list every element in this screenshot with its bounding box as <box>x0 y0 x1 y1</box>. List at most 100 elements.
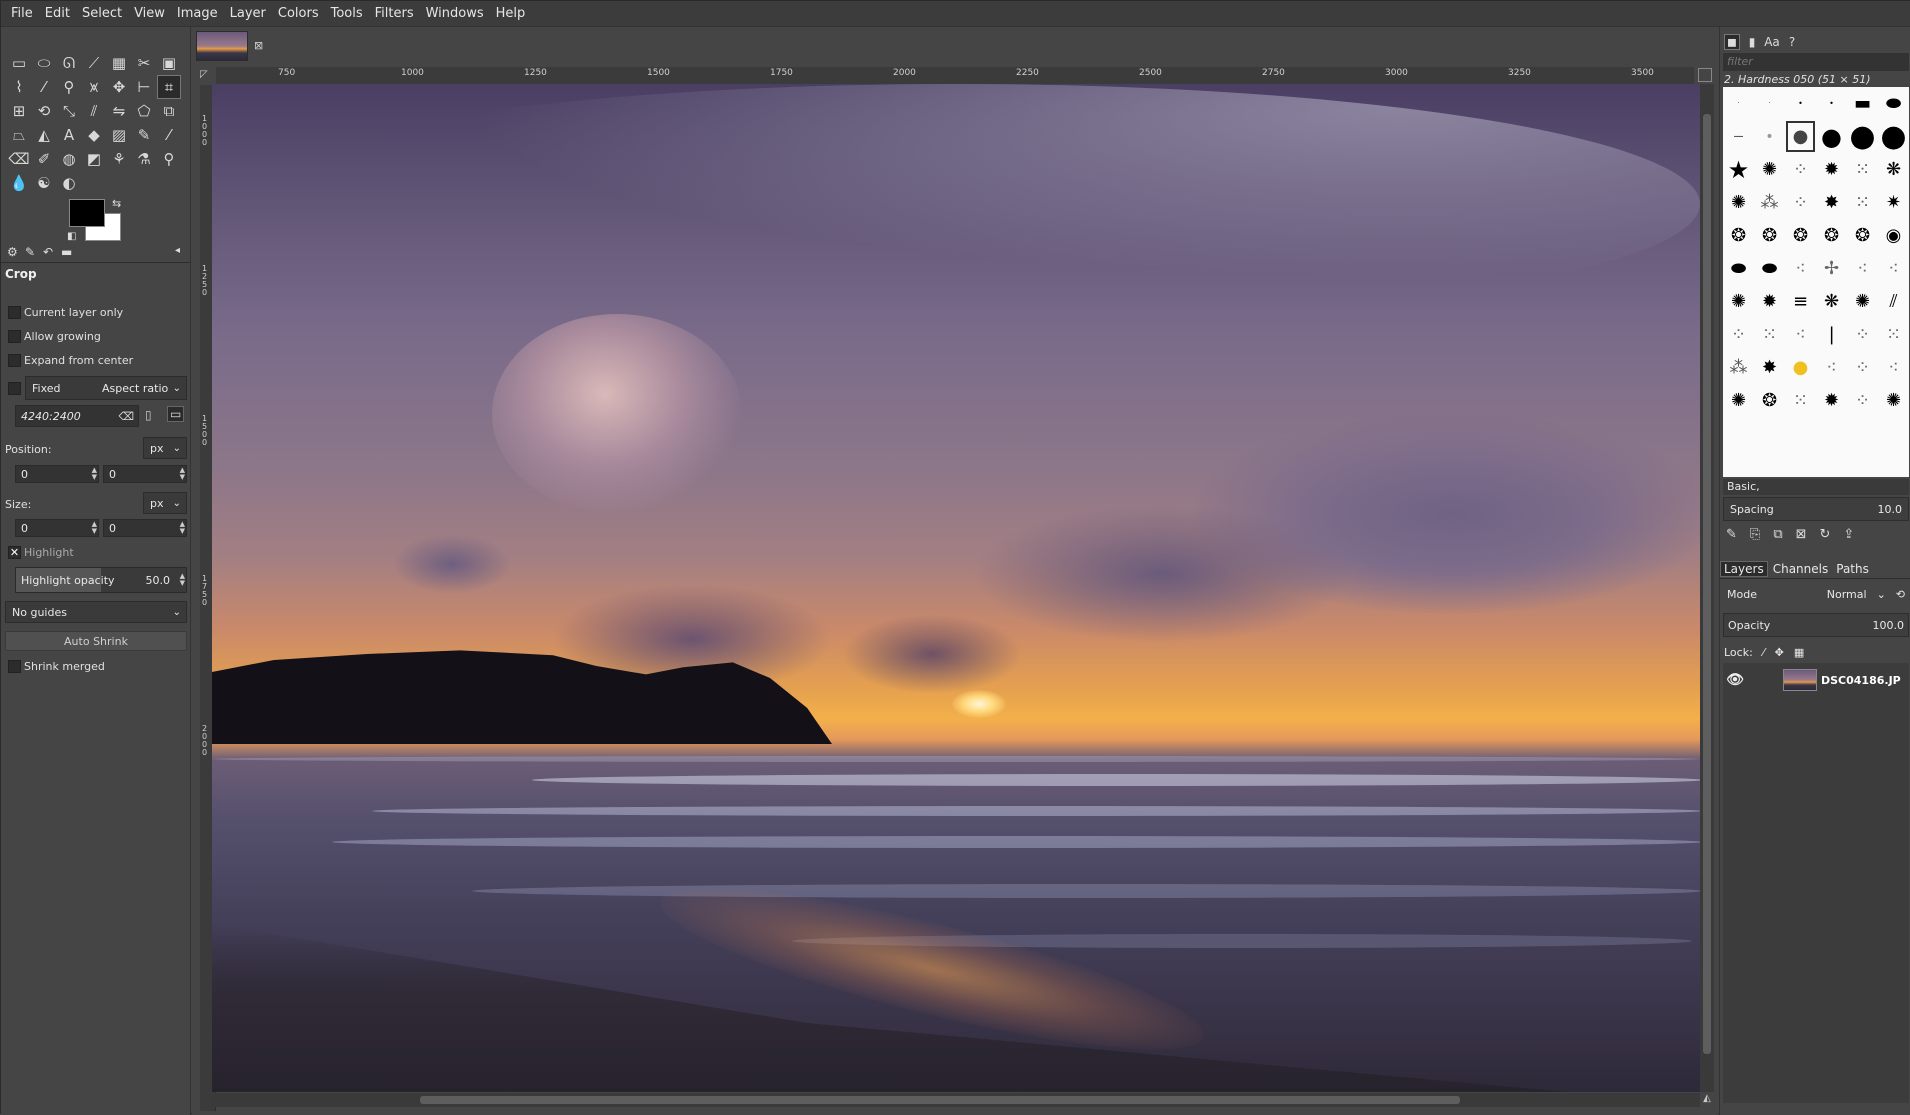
brush-item[interactable]: ⁙ <box>1847 186 1878 219</box>
stepper-icon[interactable]: ▲ ▼ <box>180 467 185 481</box>
brush-item[interactable]: ✺ <box>1723 186 1754 219</box>
fixed-mode-dropdown[interactable]: Fixed Aspect ratio ⌄ <box>25 376 187 400</box>
duplicate-brush-icon[interactable]: ⧉ <box>1773 527 1782 542</box>
brush-item[interactable]: ✺ <box>1847 285 1878 318</box>
brush-item[interactable]: ● <box>1878 119 1909 154</box>
dodge-burn-icon[interactable]: ◐ <box>57 171 81 195</box>
reset-colors-icon[interactable]: ◧ <box>67 231 76 242</box>
horizontal-scrollbar[interactable] <box>212 1093 1700 1107</box>
fonts-tab-icon[interactable]: Aa <box>1764 34 1780 50</box>
brush-item[interactable]: ✸ <box>1816 186 1847 219</box>
close-icon[interactable]: ⊠ <box>254 39 263 52</box>
brush-item[interactable]: ⁙ <box>1878 318 1909 351</box>
ruler-horizontal[interactable]: 750 1000 1250 1500 1750 2000 2250 2500 2… <box>216 67 1694 85</box>
tool-options-tab-icon[interactable]: ⚙ <box>7 245 18 259</box>
menu-layer[interactable]: Layer <box>224 1 272 27</box>
brush-item[interactable]: ⁘ <box>1847 318 1878 351</box>
dodge-icon[interactable]: ⚗ <box>132 147 156 171</box>
tab-channels[interactable]: Channels <box>1770 562 1832 576</box>
brush-item[interactable]: ⁙ <box>1785 384 1816 417</box>
highlight-checkbox[interactable]: ✕ <box>8 546 21 559</box>
measure-icon[interactable]: ⩙ <box>82 75 106 99</box>
brush-item[interactable]: ❂ <box>1785 219 1816 252</box>
move-icon[interactable]: ✥ <box>107 75 131 99</box>
quick-mask-icon[interactable]: ◸ <box>200 69 208 80</box>
paintbrush-icon[interactable]: ✎ <box>132 123 156 147</box>
unified-transform-icon[interactable]: ⊞ <box>7 99 31 123</box>
tab-paths[interactable]: Paths <box>1833 562 1872 576</box>
menu-view[interactable]: View <box>128 1 171 27</box>
delete-brush-icon[interactable]: ⊠ <box>1796 527 1807 542</box>
layer-name[interactable]: DSC04186.JP <box>1821 674 1901 687</box>
mypaint-icon[interactable]: ⚲ <box>157 147 181 171</box>
free-select-icon[interactable]: ᘏ <box>57 51 81 75</box>
navigate-icon[interactable]: ◭ <box>1700 1093 1714 1107</box>
brush-item[interactable]: ● <box>1847 119 1878 154</box>
brush-item[interactable]: ❂ <box>1723 219 1754 252</box>
highlight-opacity-slider[interactable]: Highlight opacity 50.0 ▲ ▼ <box>15 567 187 593</box>
brush-item[interactable]: · <box>1723 87 1754 120</box>
patterns-tab-icon[interactable]: ▮ <box>1744 34 1760 50</box>
brush-item[interactable]: ⁂ <box>1754 186 1785 219</box>
tab-layers[interactable]: Layers <box>1720 560 1768 577</box>
portrait-icon[interactable]: ▯ <box>145 408 152 422</box>
clone-icon[interactable]: ◍ <box>57 147 81 171</box>
help-tab-icon[interactable]: ? <box>1784 34 1800 50</box>
perspective-icon[interactable]: ⏢ <box>7 123 31 147</box>
brush-item[interactable]: ⫽ <box>1878 285 1909 318</box>
brush-grid[interactable]: · · • • ▬ ⬬ — • ● ● ● ● ★ ✺ ⁘ ✹ ⁙ ❋ ✺ ⁂ … <box>1723 87 1909 477</box>
size-width-input[interactable]: 0 ▲ ▼ <box>15 519 99 537</box>
brush-item[interactable]: ⬬ <box>1754 252 1785 285</box>
brush-item[interactable]: ● <box>1816 120 1847 153</box>
lock-alpha-icon[interactable]: ▦ <box>1794 646 1804 659</box>
brush-item[interactable]: ❂ <box>1816 219 1847 252</box>
brush-item[interactable]: · <box>1754 87 1785 120</box>
rect-select-icon[interactable]: ▭ <box>7 51 31 75</box>
brush-item[interactable]: ⁖ <box>1878 252 1909 285</box>
brush-item[interactable]: ⁖ <box>1878 351 1909 384</box>
edit-brush-icon[interactable]: ✎ <box>1726 527 1737 542</box>
foreground-select-icon[interactable]: ▣ <box>157 51 181 75</box>
color-picker-icon[interactable]: ⁄ <box>32 75 56 99</box>
refresh-brushes-icon[interactable]: ↻ <box>1820 527 1831 542</box>
zoom-fit-icon[interactable] <box>1698 68 1712 82</box>
brush-item[interactable]: ❋ <box>1816 285 1847 318</box>
scale-icon[interactable]: ⤡ <box>57 99 81 123</box>
brush-item[interactable]: ⁙ <box>1847 153 1878 186</box>
stepper-icon[interactable]: ▲ ▼ <box>92 467 97 481</box>
landscape-icon[interactable]: ▭ <box>167 406 185 422</box>
text-icon[interactable]: A <box>57 123 81 147</box>
brush-item[interactable]: ★ <box>1723 153 1754 186</box>
pencil-icon[interactable]: ▨ <box>107 123 131 147</box>
brush-filter-input[interactable]: filter <box>1723 53 1909 71</box>
stepper-icon[interactable]: ▲ ▼ <box>92 521 97 535</box>
brush-item[interactable]: ⁘ <box>1723 318 1754 351</box>
image-tab-thumbnail[interactable] <box>196 31 248 61</box>
brushes-tab-icon[interactable]: ◼ <box>1724 34 1740 50</box>
brush-item[interactable]: ≡ <box>1785 285 1816 318</box>
select-by-color-icon[interactable]: ▦ <box>107 51 131 75</box>
brush-item[interactable]: ⁖ <box>1785 252 1816 285</box>
flip-icon[interactable]: ⇋ <box>107 99 131 123</box>
current-layer-only-checkbox[interactable] <box>8 306 21 319</box>
brush-item[interactable]: ⁘ <box>1847 351 1878 384</box>
smudge2-icon[interactable]: ☯ <box>32 171 56 195</box>
brush-preset-dropdown[interactable]: Basic, <box>1723 479 1909 495</box>
scissors-icon[interactable]: ✂ <box>132 51 156 75</box>
clear-field-icon[interactable]: ⌫ <box>118 410 134 423</box>
brush-item-selected[interactable]: ● <box>1785 120 1816 153</box>
scrollbar-thumb[interactable] <box>420 1096 1460 1104</box>
brush-item[interactable]: • <box>1754 120 1785 153</box>
fixed-checkbox[interactable] <box>8 382 21 395</box>
menu-filters[interactable]: Filters <box>369 1 420 27</box>
blur-icon[interactable]: 💧 <box>7 171 31 195</box>
size-unit-dropdown[interactable]: px ⌄ <box>143 492 187 514</box>
brush-spacing-slider[interactable]: Spacing 10.0 <box>1723 497 1909 521</box>
images-tab-icon[interactable]: ▬ <box>61 245 72 259</box>
warp-icon[interactable]: ⧉ <box>157 99 181 123</box>
menu-image[interactable]: Image <box>171 1 224 27</box>
brush-item[interactable]: ✢ <box>1816 252 1847 285</box>
gradient-icon[interactable]: ◆ <box>82 123 106 147</box>
brush-item[interactable]: ❂ <box>1847 219 1878 252</box>
scrollbar-thumb[interactable] <box>1703 114 1711 1054</box>
